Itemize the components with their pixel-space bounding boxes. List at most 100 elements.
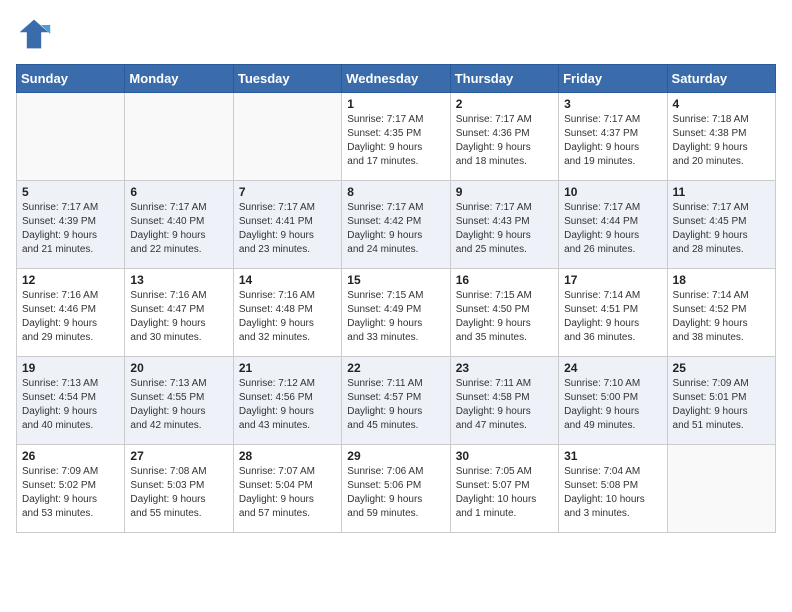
day-number: 29 [347, 449, 444, 463]
day-info: Sunrise: 7:04 AM Sunset: 5:08 PM Dayligh… [564, 465, 661, 521]
calendar-header-row: SundayMondayTuesdayWednesdayThursdayFrid… [17, 65, 776, 93]
calendar-week-row: 19 Sunrise: 7:13 AM Sunset: 4:54 PM Dayli… [17, 357, 776, 445]
day-number: 7 [239, 185, 336, 199]
column-header-saturday: Saturday [667, 65, 775, 93]
day-number: 11 [673, 185, 770, 199]
day-number: 2 [456, 97, 553, 111]
day-info: Sunrise: 7:18 AM Sunset: 4:38 PM Dayligh… [673, 113, 770, 169]
calendar-cell: 29 Sunrise: 7:06 AM Sunset: 5:06 PM Dayli… [342, 445, 450, 533]
day-number: 18 [673, 273, 770, 287]
day-info: Sunrise: 7:17 AM Sunset: 4:43 PM Dayligh… [456, 201, 553, 257]
day-info: Sunrise: 7:17 AM Sunset: 4:36 PM Dayligh… [456, 113, 553, 169]
day-number: 20 [130, 361, 227, 375]
day-number: 4 [673, 97, 770, 111]
calendar-cell: 8 Sunrise: 7:17 AM Sunset: 4:42 PM Daylig… [342, 181, 450, 269]
day-info: Sunrise: 7:17 AM Sunset: 4:37 PM Dayligh… [564, 113, 661, 169]
column-header-monday: Monday [125, 65, 233, 93]
day-info: Sunrise: 7:13 AM Sunset: 4:54 PM Dayligh… [22, 377, 119, 433]
day-info: Sunrise: 7:06 AM Sunset: 5:06 PM Dayligh… [347, 465, 444, 521]
day-number: 31 [564, 449, 661, 463]
calendar-cell: 12 Sunrise: 7:16 AM Sunset: 4:46 PM Dayli… [17, 269, 125, 357]
column-header-tuesday: Tuesday [233, 65, 341, 93]
day-number: 8 [347, 185, 444, 199]
calendar-week-row: 1 Sunrise: 7:17 AM Sunset: 4:35 PM Daylig… [17, 93, 776, 181]
calendar-cell: 16 Sunrise: 7:15 AM Sunset: 4:50 PM Dayli… [450, 269, 558, 357]
day-info: Sunrise: 7:07 AM Sunset: 5:04 PM Dayligh… [239, 465, 336, 521]
day-info: Sunrise: 7:12 AM Sunset: 4:56 PM Dayligh… [239, 377, 336, 433]
day-number: 22 [347, 361, 444, 375]
day-info: Sunrise: 7:17 AM Sunset: 4:42 PM Dayligh… [347, 201, 444, 257]
calendar-cell [667, 445, 775, 533]
logo-icon [16, 16, 52, 52]
day-number: 28 [239, 449, 336, 463]
calendar-cell: 31 Sunrise: 7:04 AM Sunset: 5:08 PM Dayli… [559, 445, 667, 533]
calendar-cell: 9 Sunrise: 7:17 AM Sunset: 4:43 PM Daylig… [450, 181, 558, 269]
day-info: Sunrise: 7:11 AM Sunset: 4:57 PM Dayligh… [347, 377, 444, 433]
column-header-wednesday: Wednesday [342, 65, 450, 93]
day-info: Sunrise: 7:17 AM Sunset: 4:40 PM Dayligh… [130, 201, 227, 257]
calendar-cell: 1 Sunrise: 7:17 AM Sunset: 4:35 PM Daylig… [342, 93, 450, 181]
day-number: 26 [22, 449, 119, 463]
day-number: 10 [564, 185, 661, 199]
calendar-week-row: 5 Sunrise: 7:17 AM Sunset: 4:39 PM Daylig… [17, 181, 776, 269]
calendar-cell: 6Sunrise: 7:17 AM Sunset: 4:40 PM Daylig… [125, 181, 233, 269]
column-header-sunday: Sunday [17, 65, 125, 93]
calendar-cell: 19 Sunrise: 7:13 AM Sunset: 4:54 PM Dayli… [17, 357, 125, 445]
calendar-week-row: 26 Sunrise: 7:09 AM Sunset: 5:02 PM Dayli… [17, 445, 776, 533]
day-info: Sunrise: 7:10 AM Sunset: 5:00 PM Dayligh… [564, 377, 661, 433]
day-number: 16 [456, 273, 553, 287]
calendar-cell: 4 Sunrise: 7:18 AM Sunset: 4:38 PM Daylig… [667, 93, 775, 181]
page-header [16, 16, 776, 52]
calendar-week-row: 12 Sunrise: 7:16 AM Sunset: 4:46 PM Dayli… [17, 269, 776, 357]
calendar-cell: 15Sunrise: 7:15 AM Sunset: 4:49 PM Dayli… [342, 269, 450, 357]
day-number: 9 [456, 185, 553, 199]
calendar-cell: 22 Sunrise: 7:11 AM Sunset: 4:57 PM Dayli… [342, 357, 450, 445]
day-number: 13 [130, 273, 227, 287]
calendar-cell: 10 Sunrise: 7:17 AM Sunset: 4:44 PM Dayli… [559, 181, 667, 269]
day-info: Sunrise: 7:14 AM Sunset: 4:52 PM Dayligh… [673, 289, 770, 345]
calendar-cell: 24 Sunrise: 7:10 AM Sunset: 5:00 PM Dayli… [559, 357, 667, 445]
day-number: 5 [22, 185, 119, 199]
day-number: 24 [564, 361, 661, 375]
calendar-cell: 7 Sunrise: 7:17 AM Sunset: 4:41 PM Daylig… [233, 181, 341, 269]
calendar-cell: 20 Sunrise: 7:13 AM Sunset: 4:55 PM Dayli… [125, 357, 233, 445]
day-number: 30 [456, 449, 553, 463]
day-info: Sunrise: 7:08 AM Sunset: 5:03 PM Dayligh… [130, 465, 227, 521]
calendar-cell: 13 Sunrise: 7:16 AM Sunset: 4:47 PM Dayli… [125, 269, 233, 357]
day-number: 12 [22, 273, 119, 287]
calendar-cell: 18 Sunrise: 7:14 AM Sunset: 4:52 PM Dayli… [667, 269, 775, 357]
day-info: Sunrise: 7:16 AM Sunset: 4:46 PM Dayligh… [22, 289, 119, 345]
day-number: 15 [347, 273, 444, 287]
day-info: Sunrise: 7:09 AM Sunset: 5:02 PM Dayligh… [22, 465, 119, 521]
column-header-thursday: Thursday [450, 65, 558, 93]
day-number: 27 [130, 449, 227, 463]
day-info: Sunrise: 7:17 AM Sunset: 4:44 PM Dayligh… [564, 201, 661, 257]
day-info: Sunrise: 7:15 AM Sunset: 4:50 PM Dayligh… [456, 289, 553, 345]
calendar-cell [125, 93, 233, 181]
day-number: 17 [564, 273, 661, 287]
calendar-cell [17, 93, 125, 181]
day-number: 21 [239, 361, 336, 375]
calendar-cell: 5 Sunrise: 7:17 AM Sunset: 4:39 PM Daylig… [17, 181, 125, 269]
day-number: 1 [347, 97, 444, 111]
day-number: 23 [456, 361, 553, 375]
day-info: Sunrise: 7:09 AM Sunset: 5:01 PM Dayligh… [673, 377, 770, 433]
calendar-cell: 17 Sunrise: 7:14 AM Sunset: 4:51 PM Dayli… [559, 269, 667, 357]
day-info: Sunrise: 7:14 AM Sunset: 4:51 PM Dayligh… [564, 289, 661, 345]
day-info: Sunrise: 7:13 AM Sunset: 4:55 PM Dayligh… [130, 377, 227, 433]
day-info: Sunrise: 7:16 AM Sunset: 4:48 PM Dayligh… [239, 289, 336, 345]
day-info: Sunrise: 7:17 AM Sunset: 4:41 PM Dayligh… [239, 201, 336, 257]
day-info: Sunrise: 7:11 AM Sunset: 4:58 PM Dayligh… [456, 377, 553, 433]
day-info: Sunrise: 7:17 AM Sunset: 4:35 PM Dayligh… [347, 113, 444, 169]
calendar-cell: 28 Sunrise: 7:07 AM Sunset: 5:04 PM Dayli… [233, 445, 341, 533]
calendar-cell: 3Sunrise: 7:17 AM Sunset: 4:37 PM Daylig… [559, 93, 667, 181]
calendar-cell: 25Sunrise: 7:09 AM Sunset: 5:01 PM Dayli… [667, 357, 775, 445]
calendar-cell: 27 Sunrise: 7:08 AM Sunset: 5:03 PM Dayli… [125, 445, 233, 533]
day-number: 19 [22, 361, 119, 375]
day-info: Sunrise: 7:17 AM Sunset: 4:45 PM Dayligh… [673, 201, 770, 257]
calendar-cell: 14Sunrise: 7:16 AM Sunset: 4:48 PM Dayli… [233, 269, 341, 357]
calendar-cell: 26 Sunrise: 7:09 AM Sunset: 5:02 PM Dayli… [17, 445, 125, 533]
day-info: Sunrise: 7:16 AM Sunset: 4:47 PM Dayligh… [130, 289, 227, 345]
day-info: Sunrise: 7:17 AM Sunset: 4:39 PM Dayligh… [22, 201, 119, 257]
calendar-cell: 30Sunrise: 7:05 AM Sunset: 5:07 PM Dayli… [450, 445, 558, 533]
